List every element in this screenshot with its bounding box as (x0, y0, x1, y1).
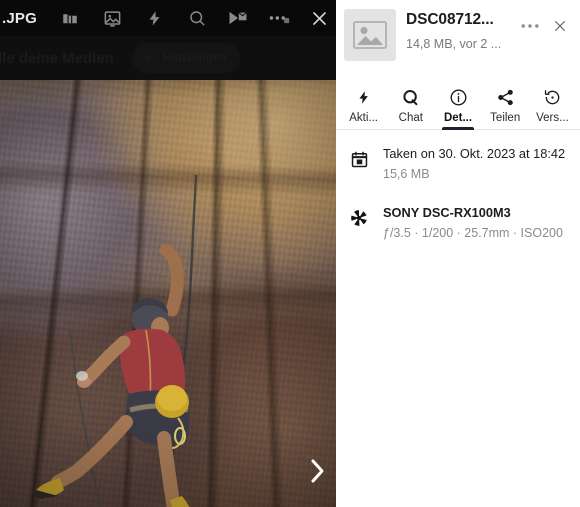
sidebar-close-button[interactable] (546, 12, 574, 40)
lightning-icon[interactable] (138, 1, 172, 35)
detail-camera-model: SONY DSC-RX100M3 (383, 204, 511, 220)
detail-file-size: 15,6 MB (383, 166, 430, 181)
sidebar-header-actions (516, 8, 574, 40)
close-icon[interactable] (302, 1, 336, 35)
tab-activity-label: Akti... (349, 112, 378, 124)
close-icon (552, 18, 568, 34)
search-icon[interactable] (180, 1, 214, 35)
sidebar-more-button[interactable] (516, 12, 544, 40)
more-icon (521, 23, 539, 29)
file-name: DSC08712... (406, 11, 494, 28)
photo-viewer: .JPG lle deine Medien Hinzufügen (0, 0, 336, 507)
file-thumbnail[interactable] (344, 9, 396, 61)
detail-taken-date: Taken on 30. Okt. 2023 at 18:42 (383, 146, 566, 161)
detail-row-taken: Taken on 30. Okt. 2023 at 18:42 15,6 MB (348, 146, 572, 183)
next-photo-button[interactable] (300, 452, 334, 490)
history-icon (543, 87, 562, 107)
photo-icon[interactable] (96, 1, 130, 35)
tab-share[interactable]: Teilen (482, 78, 529, 130)
details-sidebar: DSC08712... 14,8 MB, vor 2 ... Akti... C… (336, 0, 580, 507)
info-circle-icon (449, 87, 468, 107)
sidebar-header: DSC08712... 14,8 MB, vor 2 ... (336, 0, 580, 61)
media-subbar: lle deine Medien Hinzufügen (0, 36, 336, 80)
media-viewer-window: .JPG lle deine Medien Hinzufügen DSC0871… (0, 0, 580, 507)
tab-chat[interactable]: Chat (387, 78, 434, 130)
tab-details[interactable]: Det... (434, 78, 481, 130)
file-subinfo: 14,8 MB, vor 2 ... (406, 37, 502, 51)
plus-icon (142, 51, 156, 65)
tab-chat-label: Chat (398, 112, 423, 124)
share-icon (496, 87, 515, 107)
tab-versions-label: Vers... (536, 112, 569, 124)
tab-share-label: Teilen (490, 112, 521, 124)
chat-bubble-icon (401, 87, 420, 107)
viewer-filename-label: .JPG (2, 9, 37, 27)
folder-icon[interactable] (53, 1, 87, 35)
image-placeholder-icon (353, 21, 387, 49)
aperture-icon (348, 207, 370, 229)
detail-row-camera: SONY DSC-RX100M3 ƒ/3.5 · 1/200 · 25.7mm … (348, 205, 572, 242)
tab-versions[interactable]: Vers... (529, 78, 576, 130)
tab-activity[interactable]: Akti... (340, 78, 387, 130)
tab-details-label: Det... (443, 112, 473, 124)
detail-exif-settings: ƒ/3.5 · 1/200 · 25.7mm · ISO200 (383, 225, 563, 240)
calendar-icon (348, 148, 370, 170)
media-subbar-title: lle deine Medien (0, 49, 114, 67)
photo-canvas[interactable] (0, 80, 336, 507)
details-list: Taken on 30. Okt. 2023 at 18:42 15,6 MB (336, 130, 580, 241)
more-icon[interactable] (262, 1, 296, 35)
slideshow-icon[interactable] (221, 1, 255, 35)
add-media-button[interactable]: Hinzufügen (131, 43, 241, 73)
lightning-icon (356, 87, 371, 107)
viewer-toolbar: .JPG (0, 0, 336, 36)
sidebar-tabs: Akti... Chat Det... Teilen Vers... (336, 78, 580, 130)
photo-vignette (0, 80, 336, 507)
chevron-right-icon (309, 458, 326, 484)
file-info: DSC08712... 14,8 MB, vor 2 ... (396, 8, 516, 51)
add-media-label: Hinzufügen (162, 52, 227, 64)
